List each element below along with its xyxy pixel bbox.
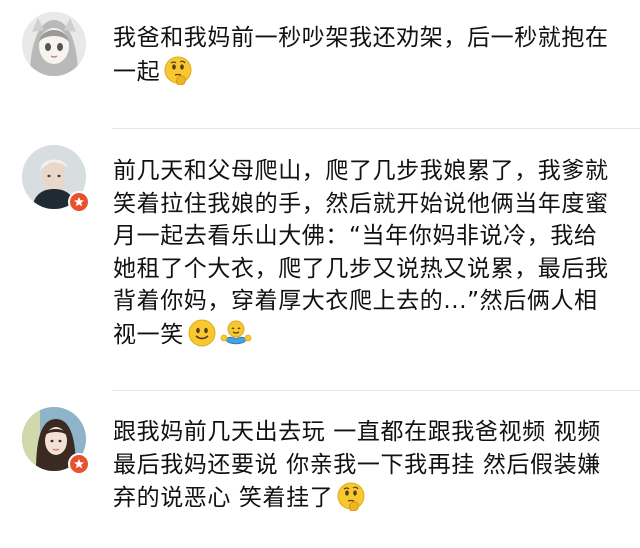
comment-item: 跟我妈前几天出去玩 一直都在跟我爸视频 视频最后我妈还要说 你亲我一下我再挂 然…	[0, 391, 640, 548]
avatar-image-anime-girl	[22, 12, 86, 76]
comment-text: 跟我妈前几天出去玩 一直都在跟我爸视频 视频最后我妈还要说 你亲我一下我再挂 然…	[113, 416, 618, 521]
hug-emoji	[220, 318, 252, 358]
comment-text: 我爸和我妈前一秒吵架我还劝架，后一秒就抱在一起	[113, 22, 618, 94]
comment-text: 前几天和父母爬山，爬了几步我娘累了，我爹就笑着拉住我娘的手，然后就开始说他俩当年…	[113, 155, 618, 357]
avatar[interactable]	[22, 12, 92, 82]
smile-face-emoji	[187, 318, 217, 358]
comment-item: 我爸和我妈前一秒吵架我还劝架，后一秒就抱在一起	[0, 0, 640, 128]
avatar[interactable]	[22, 145, 92, 215]
verified-badge	[68, 453, 90, 475]
verified-badge	[68, 191, 90, 213]
comment-item: 前几天和父母爬山，爬了几步我娘累了，我爹就笑着拉住我娘的手，然后就开始说他俩当年…	[0, 129, 640, 390]
thinking-face-emoji	[163, 55, 193, 95]
avatar[interactable]	[22, 407, 92, 477]
thinking-face-emoji	[336, 481, 366, 521]
